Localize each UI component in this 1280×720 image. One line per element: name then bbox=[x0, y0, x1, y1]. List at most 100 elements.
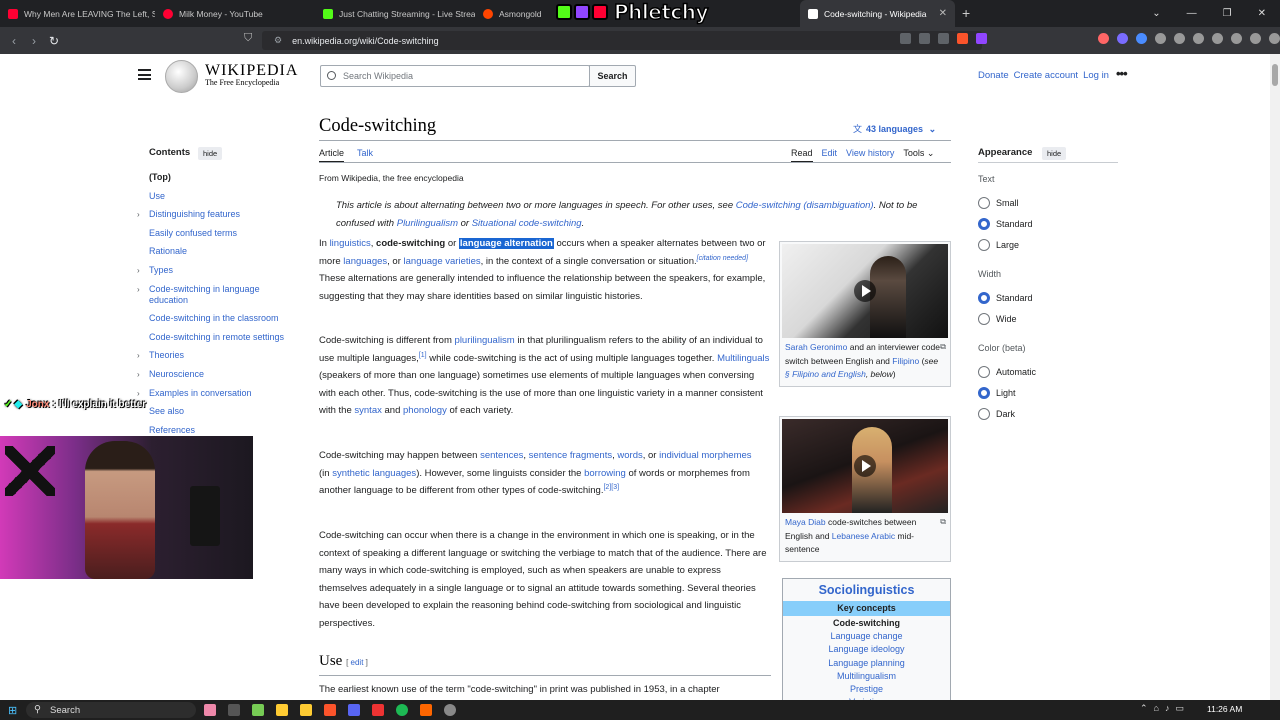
toc-item[interactable]: › Distinguishing features bbox=[137, 209, 299, 220]
brave-shield-icon[interactable] bbox=[957, 33, 968, 44]
inline-link[interactable]: Multilinguals bbox=[717, 353, 769, 364]
toc-item[interactable]: › Types bbox=[137, 265, 299, 276]
toc-item[interactable]: (Top) bbox=[149, 172, 299, 183]
forward-icon[interactable]: › bbox=[24, 34, 44, 48]
tab-edit[interactable]: Edit bbox=[822, 148, 838, 163]
toc-item[interactable]: › Code-switching in language education bbox=[137, 284, 299, 306]
scrollbar-thumb[interactable] bbox=[1272, 64, 1278, 86]
radio-button[interactable] bbox=[978, 197, 990, 209]
toc-item[interactable]: Use bbox=[149, 191, 299, 202]
donate-link[interactable]: Donate bbox=[978, 70, 1009, 81]
login-link[interactable]: Log in bbox=[1083, 70, 1109, 81]
clock[interactable]: 11:26 AM bbox=[1207, 704, 1242, 714]
plurilingualism-link[interactable]: Plurilingualism bbox=[397, 218, 458, 229]
tools-menu[interactable]: Tools ⌄ bbox=[903, 148, 934, 163]
new-tab-icon[interactable]: + bbox=[962, 5, 970, 21]
reference-link[interactable]: [1] bbox=[419, 351, 427, 358]
minimize-icon[interactable]: — bbox=[1187, 8, 1197, 19]
language-button[interactable]: 文 43 languages ⌄ bbox=[853, 122, 936, 135]
tab-read[interactable]: Read bbox=[791, 148, 813, 163]
browser-tab[interactable]: Asmongold bbox=[475, 0, 545, 27]
copilot-icon[interactable] bbox=[204, 704, 216, 716]
toc-item[interactable]: Rationale bbox=[149, 246, 299, 257]
wallet-icon[interactable] bbox=[1212, 33, 1223, 44]
chevron-right-icon[interactable]: › bbox=[137, 265, 140, 276]
music-icon[interactable] bbox=[1174, 33, 1185, 44]
extension-icon[interactable] bbox=[1155, 33, 1166, 44]
start-icon[interactable]: ⊞ bbox=[8, 704, 17, 717]
play-icon[interactable] bbox=[854, 280, 876, 302]
leo-icon[interactable] bbox=[1231, 33, 1242, 44]
firefox-icon[interactable] bbox=[420, 704, 432, 716]
radio-button[interactable] bbox=[978, 387, 990, 399]
chevron-right-icon[interactable]: › bbox=[137, 284, 140, 295]
toc-item[interactable]: › Examples in conversation bbox=[137, 388, 299, 399]
navbox-item[interactable]: Language planning bbox=[783, 657, 950, 670]
inline-link[interactable]: languages bbox=[343, 256, 387, 267]
toc-item[interactable]: Code-switching in the classroom bbox=[149, 313, 299, 324]
taskbar-search[interactable]: ⚲ Search bbox=[26, 702, 196, 718]
radio-button[interactable] bbox=[978, 239, 990, 251]
create-account-link[interactable]: Create account bbox=[1014, 70, 1078, 81]
selected-text[interactable]: language alternation bbox=[458, 238, 554, 249]
chevron-right-icon[interactable]: › bbox=[137, 350, 140, 361]
expand-icon[interactable]: ⧉ bbox=[940, 515, 946, 529]
extension-icon[interactable] bbox=[1117, 33, 1128, 44]
search-input[interactable]: Search Wikipedia bbox=[320, 65, 590, 87]
radio-button[interactable] bbox=[978, 313, 990, 325]
radio-button[interactable] bbox=[978, 408, 990, 420]
inline-link[interactable]: phonology bbox=[403, 405, 447, 416]
browser-tab[interactable]: Why Men Are LEAVING The Left, So bbox=[0, 0, 155, 27]
inline-link[interactable]: individual morphemes bbox=[659, 450, 751, 461]
toc-item[interactable]: See also bbox=[149, 406, 299, 417]
folder-icon[interactable] bbox=[300, 704, 312, 716]
inline-link[interactable]: sentence fragments bbox=[529, 450, 612, 461]
extension-icon[interactable] bbox=[1136, 33, 1147, 44]
rss-icon[interactable] bbox=[919, 33, 930, 44]
browser-tab[interactable]: Just Chatting Streaming - Live Strea bbox=[315, 0, 475, 27]
site-info-icon[interactable]: ⚙ bbox=[274, 35, 282, 46]
close-window-icon[interactable]: ✕ bbox=[1258, 8, 1266, 19]
close-tab-icon[interactable]: ✕ bbox=[939, 8, 947, 19]
extension-icon[interactable] bbox=[1098, 33, 1109, 44]
chevron-up-icon[interactable]: ⌃ bbox=[1140, 703, 1148, 714]
sidebar-icon[interactable] bbox=[1193, 33, 1204, 44]
reader-icon[interactable] bbox=[938, 33, 949, 44]
radio-button[interactable] bbox=[978, 218, 990, 230]
inline-link[interactable]: sentences bbox=[480, 450, 523, 461]
reload-icon[interactable]: ↻ bbox=[44, 34, 64, 48]
navbox-item[interactable]: Prestige bbox=[783, 683, 950, 696]
reference-link[interactable]: [2][3] bbox=[603, 484, 619, 491]
menu-icon[interactable] bbox=[1269, 33, 1280, 44]
scrollbar[interactable] bbox=[1270, 54, 1280, 700]
browser-tab[interactable]: Milk Money - YouTube bbox=[155, 0, 315, 27]
taskview-icon[interactable] bbox=[228, 704, 240, 716]
brave-icon[interactable] bbox=[324, 704, 336, 716]
volume-icon[interactable]: ♪ bbox=[1165, 703, 1170, 714]
inline-link[interactable]: linguistics bbox=[330, 238, 371, 249]
inline-link[interactable]: synthetic languages bbox=[332, 468, 416, 479]
inline-link[interactable]: plurilingualism bbox=[455, 335, 515, 346]
file-explorer-icon[interactable] bbox=[276, 704, 288, 716]
disambiguation-link[interactable]: Code-switching (disambiguation) bbox=[736, 200, 874, 211]
edit-section-link[interactable]: edit bbox=[351, 658, 364, 667]
toc-hide-button[interactable]: hide bbox=[198, 147, 223, 160]
toc-item[interactable]: Code-switching in remote settings bbox=[149, 332, 299, 343]
inline-link[interactable]: language varieties bbox=[404, 256, 481, 267]
main-menu-icon[interactable] bbox=[138, 69, 151, 80]
toc-item[interactable]: › Neuroscience bbox=[137, 369, 299, 380]
rewards-icon[interactable] bbox=[976, 33, 987, 44]
expand-icon[interactable]: ⧉ bbox=[940, 340, 946, 354]
bookmark-icon[interactable]: ⛉ bbox=[244, 32, 252, 45]
network-icon[interactable]: ⌂ bbox=[1154, 703, 1159, 714]
tab-view-history[interactable]: View history bbox=[846, 148, 894, 163]
app-icon[interactable] bbox=[372, 704, 384, 716]
toc-item[interactable]: Easily confused terms bbox=[149, 228, 299, 239]
situational-link[interactable]: Situational code-switching bbox=[472, 218, 582, 229]
navbox-title[interactable]: Sociolinguistics bbox=[783, 579, 950, 601]
discord-icon[interactable] bbox=[348, 704, 360, 716]
radio-button[interactable] bbox=[978, 366, 990, 378]
inline-link[interactable]: borrowing bbox=[584, 468, 626, 479]
chevron-right-icon[interactable]: › bbox=[137, 209, 140, 220]
appearance-hide-button[interactable]: hide bbox=[1042, 147, 1067, 160]
